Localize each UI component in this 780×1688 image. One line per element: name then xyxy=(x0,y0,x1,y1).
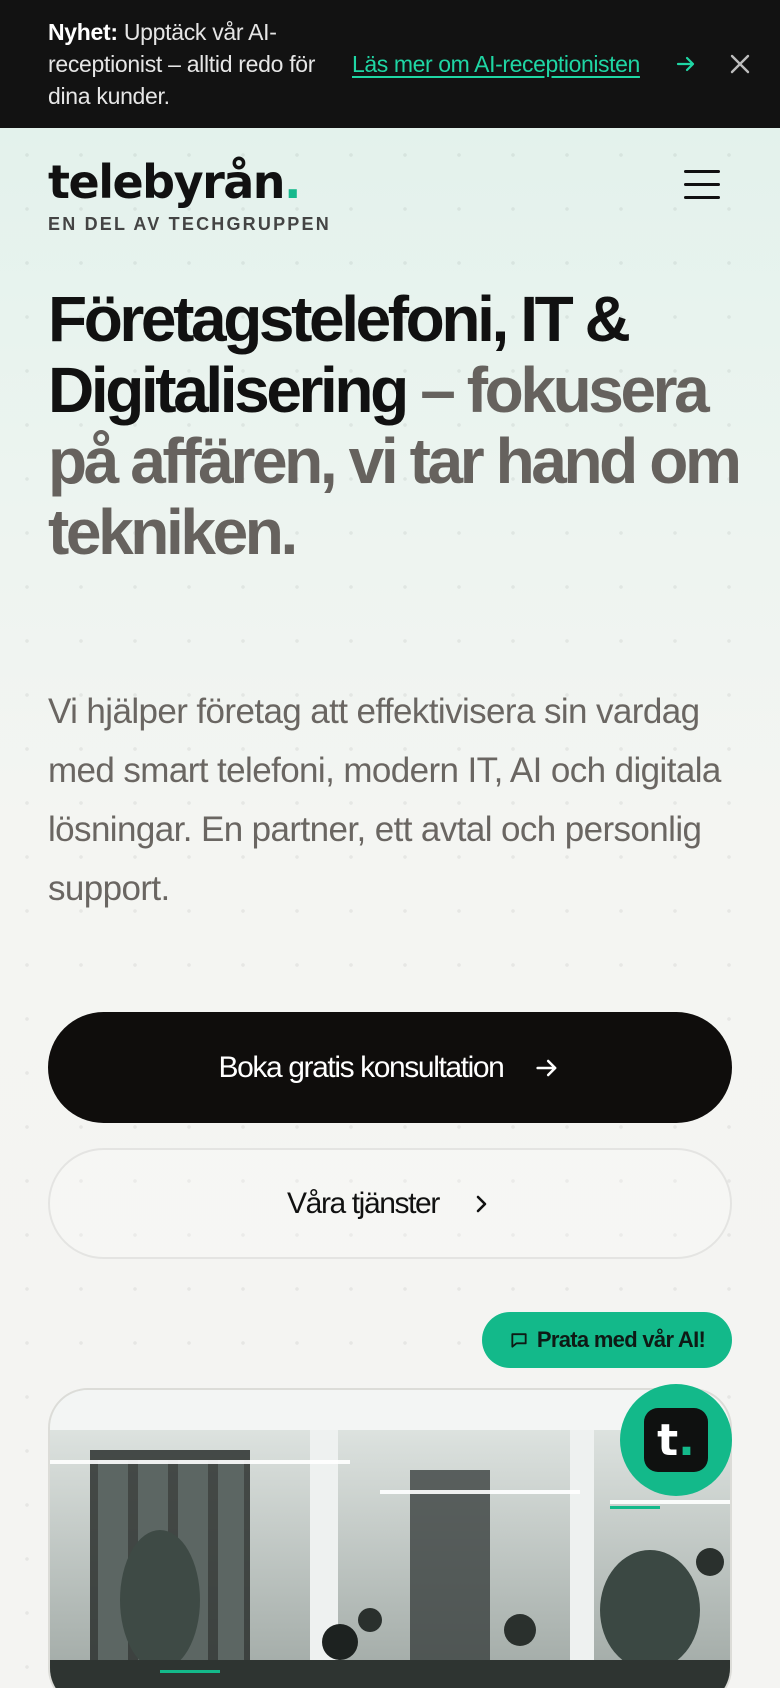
chat-launcher-button[interactable]: t. xyxy=(620,1384,732,1496)
hamburger-menu-icon[interactable] xyxy=(684,170,724,210)
telebyran-t-icon: t. xyxy=(644,1408,708,1472)
arrow-right-icon xyxy=(536,1059,557,1076)
arrow-right-icon[interactable] xyxy=(674,52,698,76)
logo-wordmark: telebyrån xyxy=(48,155,286,209)
announcement-bar: Nyhet: Upptäck vår AI-receptionist – all… xyxy=(0,0,780,128)
chat-ai-label: Prata med vår AI! xyxy=(536,1327,706,1352)
fab-dot: . xyxy=(678,1414,695,1466)
chat-ai-button[interactable]: Prata med vår AI! xyxy=(482,1312,732,1368)
fab-letter: t xyxy=(657,1414,679,1466)
book-consultation-button[interactable]: Boka gratis konsultation xyxy=(48,1012,732,1123)
hero-headline: Företagstelefoni, IT & Digitalisering – … xyxy=(48,284,748,568)
our-services-button[interactable]: Våra tjänster xyxy=(48,1148,732,1259)
logo-tagline: EN DEL AV TECHGRUPPEN xyxy=(48,214,331,234)
announcement-link[interactable]: Läs mer om AI-receptionisten xyxy=(352,48,640,80)
logo-dot: . xyxy=(284,155,301,209)
close-icon[interactable] xyxy=(726,50,754,78)
hero-lead: Vi hjälper företag att effektivisera sin… xyxy=(48,692,721,908)
book-consultation-label: Boka gratis konsultation xyxy=(218,1050,505,1084)
announcement-prefix: Nyhet: xyxy=(48,19,118,45)
chat-bubble-icon xyxy=(511,1333,527,1348)
logo[interactable]: telebyrån. xyxy=(48,154,302,210)
announcement-text: Nyhet: Upptäck vår AI-receptionist – all… xyxy=(48,16,348,112)
chevron-right-icon xyxy=(476,1195,487,1212)
our-services-label: Våra tjänster xyxy=(287,1186,440,1220)
